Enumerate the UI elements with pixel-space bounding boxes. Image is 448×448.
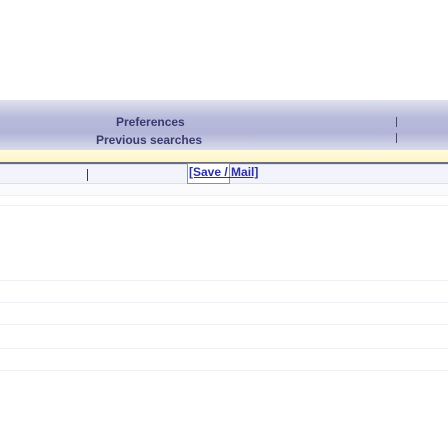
page: Preferences Previous searches [Save / Ma…: [0, 0, 448, 448]
row-divider: [0, 348, 448, 349]
row-divider: [0, 324, 448, 325]
row-divider: [0, 370, 448, 371]
highlight-strip: [0, 150, 448, 162]
toolbar-separator: [87, 169, 88, 181]
row-divider: [0, 280, 448, 281]
nav-separator-2: [396, 133, 397, 143]
preferences-link[interactable]: Preferences: [116, 115, 185, 129]
nav-separator-1: [396, 117, 397, 127]
navigation-band: [0, 100, 448, 150]
save-mail-label: [Save / Mail]: [189, 165, 259, 179]
content-area: [0, 206, 448, 448]
row-divider: [0, 302, 448, 303]
top-blank-area: [0, 0, 448, 100]
save-mail-button[interactable]: [Save / Mail]: [187, 163, 258, 184]
result-row: [0, 184, 448, 196]
result-row: [0, 196, 448, 206]
previous-searches-link[interactable]: Previous searches: [96, 133, 202, 147]
